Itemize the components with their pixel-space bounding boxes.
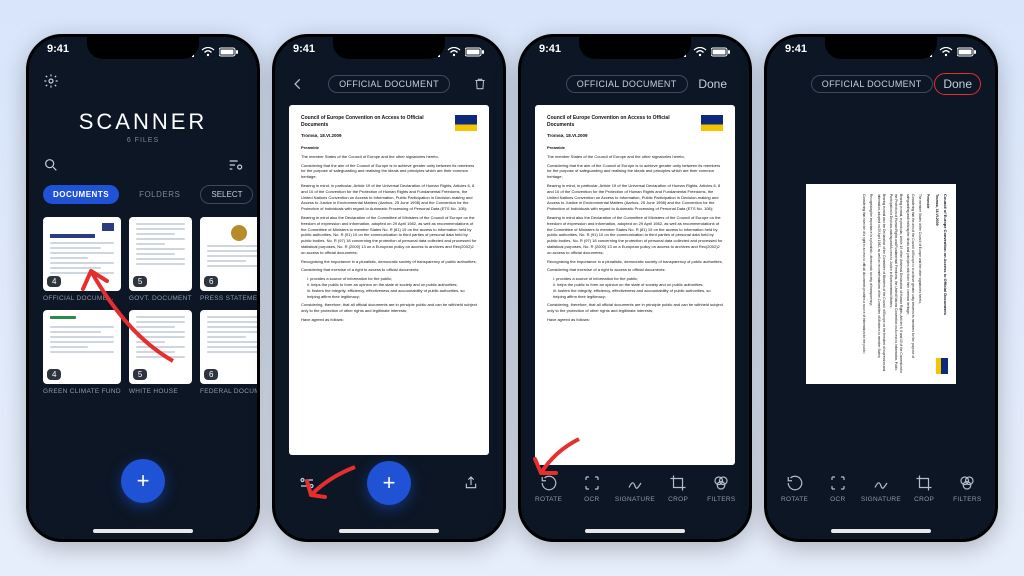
preamble-label: Preamble <box>547 145 723 151</box>
home-indicator <box>585 529 685 533</box>
phone-viewer: 9:41 OFFICIAL DOCUMENT Council of Europe… <box>272 34 506 542</box>
editor-title-pill[interactable]: OFFICIAL DOCUMENT <box>566 75 688 93</box>
wifi-icon <box>201 47 215 57</box>
coe-logo-icon <box>936 358 948 374</box>
share-icon[interactable] <box>459 474 483 492</box>
notch <box>825 37 937 59</box>
done-button[interactable]: Done <box>934 73 981 95</box>
document-preview-rotated[interactable]: Council of Europe Convention on Access t… <box>781 107 981 461</box>
viewer-title-pill[interactable]: OFFICIAL DOCUMENT <box>328 75 450 93</box>
app-title: SCANNER <box>29 109 257 135</box>
back-icon[interactable] <box>289 75 307 93</box>
doc-thumb[interactable]: 4GREEN CLIMATE FUND <box>43 310 121 395</box>
signature-button[interactable]: SIGNATURE <box>614 473 656 503</box>
trash-icon[interactable] <box>471 75 489 93</box>
rotate-button[interactable]: ROTATE <box>774 473 816 503</box>
file-count: 6 FILES <box>29 137 257 144</box>
filters-button[interactable]: FILTERS <box>700 473 742 503</box>
settings-icon[interactable] <box>43 73 59 94</box>
doc-thumb[interactable]: 4OFFICIAL DOCUME… <box>43 217 121 302</box>
tab-folders[interactable]: FOLDERS <box>129 185 190 204</box>
doc-thumb[interactable]: 6PRESS STATEMENT <box>200 217 260 302</box>
crop-button[interactable]: CROP <box>657 473 699 503</box>
viewer-bottom-bar: + <box>275 461 503 505</box>
doc-thumb[interactable]: 6FEDERAL DOCUMENTS <box>200 310 260 395</box>
editor-toolbar: ROTATE OCR SIGNATURE CROP FILTERS <box>521 465 749 511</box>
doc-title: Council of Europe Convention on Access t… <box>547 115 723 130</box>
search-icon[interactable] <box>43 157 59 178</box>
doc-subtitle: Tromsø, 18.VI.2009 <box>301 133 477 140</box>
ocr-button[interactable]: OCR <box>817 473 859 503</box>
signature-icon <box>871 473 891 493</box>
wifi-icon <box>693 47 707 57</box>
wifi-icon <box>939 47 953 57</box>
phone-editor-rotated: 9:41 OFFICIAL DOCUMENT Done Council of E… <box>764 34 998 542</box>
editor-toolbar: ROTATE OCR SIGNATURE CROP FILTERS <box>767 465 995 511</box>
coe-logo-icon <box>701 115 723 131</box>
viewer-topbar: OFFICIAL DOCUMENT <box>275 69 503 99</box>
signature-button[interactable]: SIGNATURE <box>860 473 902 503</box>
notch <box>579 37 691 59</box>
filters-icon <box>957 473 977 493</box>
app-title-block: SCANNER 6 FILES <box>29 109 257 144</box>
doc-subtitle: Tromsø, 18.VI.2009 <box>934 194 939 374</box>
ocr-icon <box>582 473 602 493</box>
add-scan-button[interactable]: + <box>121 459 165 503</box>
doc-title: Council of Europe Convention on Access t… <box>942 194 948 374</box>
rotate-icon <box>539 473 559 493</box>
edit-icon[interactable] <box>295 474 319 492</box>
document-preview[interactable]: Council of Europe Convention on Access t… <box>289 105 489 455</box>
editor-topbar: OFFICIAL DOCUMENT Done <box>767 69 995 99</box>
signature-icon <box>625 473 645 493</box>
rotate-button[interactable]: ROTATE <box>528 473 570 503</box>
filters-button[interactable]: FILTERS <box>946 473 988 503</box>
crop-icon <box>668 473 688 493</box>
phone-library: 9:41 SCANNER 6 FILES DOCUMENTS FOLDERS S… <box>26 34 260 542</box>
filters-icon <box>711 473 731 493</box>
ocr-button[interactable]: OCR <box>571 473 613 503</box>
select-button[interactable]: SELECT <box>200 185 253 204</box>
doc-thumb[interactable]: 5WHITE HOUSE <box>129 310 192 395</box>
battery-icon <box>957 47 977 57</box>
doc-title: Council of Europe Convention on Access t… <box>301 115 477 130</box>
status-time: 9:41 <box>539 43 561 61</box>
home-indicator <box>93 529 193 533</box>
home-indicator <box>339 529 439 533</box>
document-preview[interactable]: Council of Europe Convention on Access t… <box>535 105 735 465</box>
sort-icon[interactable] <box>227 157 243 178</box>
doc-subtitle: Tromsø, 18.VI.2009 <box>547 133 723 140</box>
status-time: 9:41 <box>293 43 315 61</box>
coe-logo-icon <box>455 115 477 131</box>
doc-thumb[interactable]: 5GOVT. DOCUMENT <box>129 217 192 302</box>
status-time: 9:41 <box>785 43 807 61</box>
notch <box>87 37 199 59</box>
battery-icon <box>711 47 731 57</box>
rotate-icon <box>785 473 805 493</box>
crop-button[interactable]: CROP <box>903 473 945 503</box>
battery-icon <box>465 47 485 57</box>
notch <box>333 37 445 59</box>
wifi-icon <box>447 47 461 57</box>
home-indicator <box>831 529 931 533</box>
phone-editor: 9:41 OFFICIAL DOCUMENT Done Council of E… <box>518 34 752 542</box>
documents-grid: 4OFFICIAL DOCUME… 5GOVT. DOCUMENT 6PRESS… <box>43 217 243 395</box>
ocr-icon <box>828 473 848 493</box>
crop-icon <box>914 473 934 493</box>
preamble-label: Preamble <box>301 145 477 151</box>
tab-documents[interactable]: DOCUMENTS <box>43 185 119 204</box>
add-page-button[interactable]: + <box>367 461 411 505</box>
editor-topbar: OFFICIAL DOCUMENT Done <box>521 69 749 99</box>
library-tabs: DOCUMENTS FOLDERS SELECT <box>29 185 257 204</box>
editor-title-pill[interactable]: OFFICIAL DOCUMENT <box>811 75 933 93</box>
battery-icon <box>219 47 239 57</box>
status-time: 9:41 <box>47 43 69 61</box>
done-button[interactable]: Done <box>690 74 735 94</box>
